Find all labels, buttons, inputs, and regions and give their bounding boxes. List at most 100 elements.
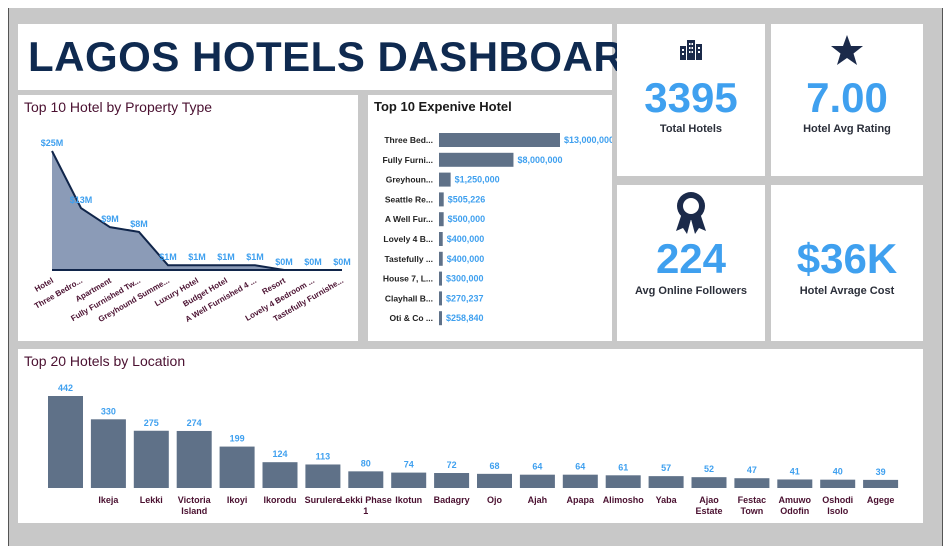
data-label: 40: [833, 467, 843, 477]
kpi-avg-followers[interactable]: 224 Avg Online Followers: [617, 185, 765, 341]
data-label: 80: [361, 458, 371, 468]
x-tick-label: Ikotun: [395, 495, 422, 505]
x-tick-label: Odofin: [780, 506, 809, 516]
kpi-avg-followers-label: Avg Online Followers: [634, 285, 748, 297]
data-label: $400,000: [447, 234, 485, 244]
bar: [648, 476, 684, 488]
bar: [519, 474, 555, 488]
bar: [434, 473, 470, 488]
star-icon: [771, 34, 923, 71]
data-label: 57: [661, 463, 671, 473]
bar: [439, 152, 514, 167]
x-tick-label: Surulere: [305, 495, 342, 505]
award-ribbon-icon: [617, 191, 765, 240]
title-card: LAGOS HOTELS DASHBOARD: [18, 24, 655, 90]
bar: [863, 479, 899, 488]
kpi-avg-cost-value: $36K: [796, 235, 898, 282]
bar: [262, 462, 298, 488]
x-tick-label: Town: [740, 506, 763, 516]
x-tick-label: Alimosho: [603, 495, 645, 505]
kpi-total-hotels[interactable]: 3395 Total Hotels: [617, 24, 765, 176]
bar: [348, 471, 384, 488]
bar: [734, 478, 770, 488]
x-tick-label: Oshodi: [822, 495, 853, 505]
x-tick-label: Amuwo: [779, 495, 812, 505]
bar: [439, 172, 451, 187]
data-label: 113: [316, 451, 331, 461]
kpi-total-hotels-label: Total Hotels: [659, 123, 723, 135]
expensive-hotel-panel: Top 10 Expenive Hotel Three Bed... $13,00…: [368, 95, 612, 341]
bar: [439, 311, 442, 326]
bar: [777, 479, 813, 488]
bar: [133, 430, 169, 488]
bar: [48, 396, 83, 488]
data-label: 68: [489, 461, 499, 471]
bar: [439, 192, 444, 207]
data-label: $1M: [217, 252, 235, 262]
y-tick-label: Fully Furni...: [382, 155, 433, 165]
x-tick-label: Ikoyi: [227, 495, 248, 505]
kpi-avg-rating-label: Hotel Avg Rating: [803, 123, 891, 135]
page-title: LAGOS HOTELS DASHBOARD: [28, 33, 656, 80]
bar: [439, 232, 443, 246]
kpi-avg-cost[interactable]: $36K Hotel Avrage Cost: [771, 185, 923, 341]
y-tick-label: A Well Fur...: [385, 214, 433, 224]
data-label: $1,250,000: [455, 175, 500, 185]
x-tick-label: Ikeja: [98, 495, 119, 505]
data-label: $13M: [70, 195, 93, 205]
data-label: $13,000,000: [564, 135, 612, 145]
y-tick-label: Tastefully ...: [385, 254, 434, 264]
expensive-hotel-bar-chart[interactable]: Three Bed... $13,000,000 Fully Furni... $8,…: [368, 95, 612, 341]
data-label: $9M: [101, 214, 119, 224]
property-type-area-chart[interactable]: $25MHotel$13MThree Bedro...$9MApartment$…: [18, 95, 358, 341]
y-tick-label: Oti & Co ...: [390, 313, 433, 323]
x-tick-label: Lekki Phase: [340, 495, 392, 505]
bar: [391, 472, 427, 488]
x-tick-label: Ajah: [528, 495, 548, 505]
x-tick-label: Ajao: [699, 495, 719, 505]
data-label: 72: [447, 460, 457, 470]
x-tick-label: Isolo: [827, 506, 849, 516]
data-label: $270,237: [446, 293, 484, 303]
data-label: 74: [404, 460, 414, 470]
data-label: $1M: [246, 252, 264, 262]
bar: [305, 464, 341, 488]
location-bar-chart[interactable]: 442 330 Ikeja 275 Lekki 274 VictoriaIsland 199 I…: [18, 349, 923, 523]
data-label: $8M: [130, 219, 148, 229]
y-tick-label: Lovely 4 B...: [383, 234, 433, 244]
bar: [219, 446, 255, 488]
data-label: 275: [144, 418, 159, 428]
kpi-avg-followers-value: 224: [655, 235, 727, 282]
bar: [691, 477, 727, 488]
y-tick-label: House 7, L...: [383, 274, 433, 284]
bar: [820, 479, 856, 488]
kpi-avg-rating[interactable]: 7.00 Hotel Avg Rating: [771, 24, 923, 176]
data-label: 61: [618, 462, 628, 472]
bar: [90, 419, 126, 488]
bar: [439, 212, 444, 227]
data-label: 64: [575, 462, 585, 472]
x-tick-label: Festac: [738, 495, 767, 505]
bar: [439, 133, 560, 147]
bar: [176, 430, 212, 488]
data-label: $25M: [41, 138, 64, 148]
data-label: $0M: [304, 257, 322, 267]
kpi-avg-cost-label: Hotel Avrage Cost: [799, 285, 895, 297]
data-label: $0M: [333, 257, 351, 267]
data-label: 47: [747, 465, 757, 475]
y-tick-label: Clayhall B...: [385, 293, 433, 303]
x-tick-label: Victoria: [178, 495, 212, 505]
data-label: $8,000,000: [517, 155, 562, 165]
location-panel: Top 20 Hotels by Location 442 330 Ikeja 275…: [18, 349, 923, 523]
data-label: 41: [790, 466, 800, 476]
y-tick-label: Greyhoun...: [386, 175, 433, 185]
data-label: $258,840: [446, 313, 484, 323]
bar: [439, 291, 442, 306]
kpi-total-hotels-value: 3395: [644, 74, 738, 121]
y-tick-label: Seattle Re...: [385, 194, 433, 204]
data-label: $400,000: [447, 254, 485, 264]
bar: [477, 473, 512, 488]
x-tick-label: Badagry: [434, 495, 470, 505]
x-tick-label: Estate: [695, 506, 722, 516]
building-icon: [617, 38, 765, 65]
